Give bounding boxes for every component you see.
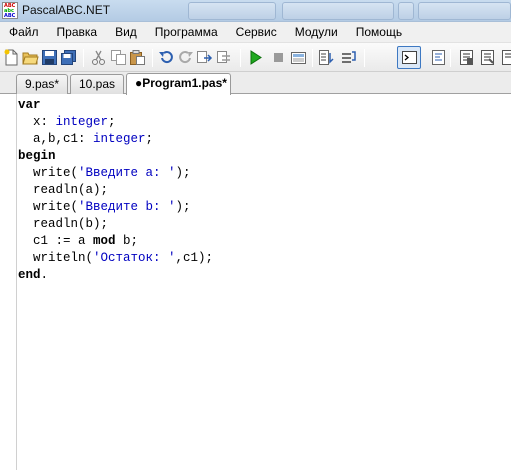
code-token: . — [40, 268, 49, 282]
code-token: readln(b); — [18, 217, 109, 231]
menu-file[interactable]: Файл — [0, 22, 48, 43]
code-token: a,b,c1: — [18, 132, 94, 146]
debug-3-icon[interactable] — [500, 49, 511, 66]
copy-icon[interactable] — [110, 49, 127, 66]
code-line[interactable]: readln(b); — [18, 216, 213, 233]
undo-icon[interactable] — [158, 49, 175, 66]
code-token: b; — [115, 234, 139, 248]
debug-1-icon[interactable] — [458, 49, 475, 66]
toolbar — [0, 43, 511, 72]
code-text[interactable]: var x: integer; a,b,c1: integer; begin wr… — [18, 97, 213, 284]
code-token: integer — [93, 132, 146, 146]
code-line[interactable]: write('Введите b: '); — [18, 199, 213, 216]
code-editor[interactable]: var x: integer; a,b,c1: integer; begin wr… — [0, 94, 511, 470]
toolbar-separator — [152, 49, 153, 67]
code-line[interactable]: end. — [18, 267, 213, 284]
code-token: ; — [145, 132, 154, 146]
toolbar-separator — [450, 49, 451, 67]
run-icon[interactable] — [247, 49, 264, 66]
debug-2-icon[interactable] — [479, 49, 496, 66]
code-token: integer — [55, 115, 109, 129]
title-bar: ABC abc ABC PascalABC.NET — [0, 0, 511, 22]
code-token: ,c1); — [175, 251, 214, 265]
code-token: c1 := a — [18, 234, 94, 248]
code-line[interactable]: writeln('Остаток: ',c1); — [18, 250, 213, 267]
tab-program1-pas[interactable]: ●Program1.pas* — [126, 73, 231, 95]
output-window-icon[interactable] — [401, 49, 418, 66]
code-line[interactable]: write('Введите a: '); — [18, 165, 213, 182]
code-line[interactable]: readln(a); — [18, 182, 213, 199]
code-token: write( — [18, 200, 79, 214]
tab-label: 10.pas — [79, 77, 116, 91]
code-line[interactable]: a,b,c1: integer; — [18, 131, 213, 148]
cut-icon[interactable] — [90, 49, 107, 66]
toolbar-separator — [240, 49, 241, 67]
tab-label: ●Program1.pas* — [135, 76, 227, 90]
stop-icon[interactable] — [270, 49, 287, 66]
new-file-icon[interactable] — [3, 49, 20, 66]
toolbar-separator — [312, 49, 313, 67]
code-token: begin — [18, 149, 56, 163]
code-token: 'Введите b: ' — [78, 200, 176, 214]
open-file-icon[interactable] — [22, 49, 39, 66]
code-token: 'Остаток: ' — [93, 251, 176, 265]
replace-icon[interactable] — [216, 49, 233, 66]
code-token: ; — [108, 115, 116, 129]
code-token: ); — [175, 200, 191, 214]
editor-gutter — [0, 94, 17, 470]
code-line[interactable]: c1 := a mod b; — [18, 233, 213, 250]
menu-modules[interactable]: Модули — [286, 22, 347, 43]
menu-bar: Файл Правка Вид Программа Сервис Модули … — [0, 22, 511, 43]
background-window — [398, 2, 414, 20]
background-window — [418, 2, 511, 20]
window-title: PascalABC.NET — [22, 3, 111, 17]
redo-icon[interactable] — [177, 49, 194, 66]
app-logo-icon: ABC abc ABC — [2, 2, 18, 19]
code-line[interactable]: var — [18, 97, 213, 114]
code-token: readln(a); — [18, 183, 109, 197]
menu-help[interactable]: Помощь — [347, 22, 411, 43]
background-window — [188, 2, 276, 20]
menu-edit[interactable]: Правка — [48, 22, 107, 43]
compile-icon[interactable] — [290, 49, 307, 66]
background-window — [282, 2, 394, 20]
code-token: writeln( — [18, 251, 94, 265]
code-token: 'Введите a: ' — [78, 166, 176, 180]
code-token: end — [18, 268, 41, 282]
tab-10-pas[interactable]: 10.pas — [70, 74, 124, 94]
code-line[interactable]: begin — [18, 148, 213, 165]
menu-program[interactable]: Программа — [146, 22, 227, 43]
code-line[interactable]: x: integer; — [18, 114, 213, 131]
step-over-icon[interactable] — [340, 49, 357, 66]
code-token: ); — [175, 166, 191, 180]
format-icon[interactable] — [430, 49, 447, 66]
tab-strip: 9.pas* 10.pas ●Program1.pas* — [0, 72, 511, 95]
save-icon[interactable] — [41, 49, 58, 66]
code-token: mod — [93, 234, 116, 248]
toolbar-separator — [83, 49, 84, 67]
code-token: var — [18, 98, 41, 112]
paste-icon[interactable] — [129, 49, 146, 66]
tab-9-pas[interactable]: 9.pas* — [16, 74, 68, 94]
step-into-icon[interactable] — [318, 49, 335, 66]
code-token: x: — [18, 115, 56, 129]
menu-view[interactable]: Вид — [106, 22, 146, 43]
tab-label: 9.pas* — [25, 77, 60, 91]
code-token: write( — [18, 166, 79, 180]
menu-service[interactable]: Сервис — [227, 22, 286, 43]
find-icon[interactable] — [196, 49, 213, 66]
save-all-icon[interactable] — [60, 49, 77, 66]
toolbar-separator — [364, 49, 365, 67]
